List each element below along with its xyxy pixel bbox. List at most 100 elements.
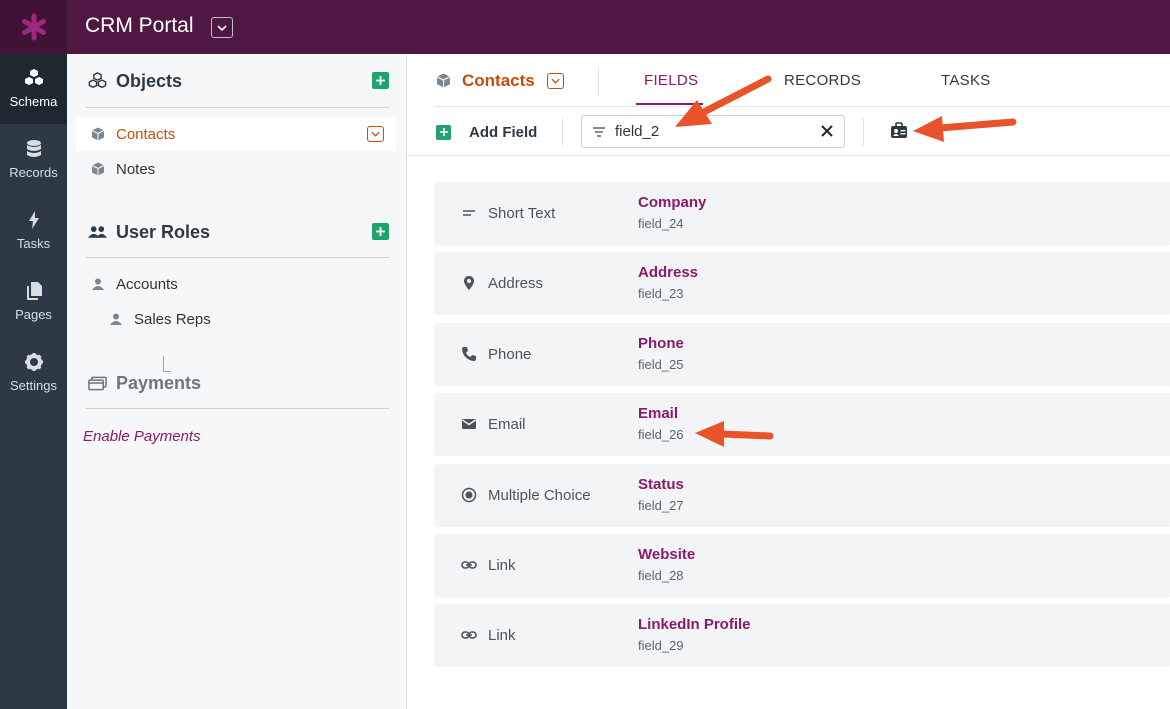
- field-type: Phone: [488, 346, 532, 363]
- nav-settings[interactable]: Settings: [0, 338, 67, 408]
- user-roles-heading: User Roles: [116, 221, 211, 242]
- field-name: LinkedIn Profile: [638, 616, 751, 633]
- field-key: field_26: [638, 427, 684, 442]
- toolbar-divider: [863, 118, 864, 146]
- tabs-divider: [434, 106, 1170, 107]
- field-name: Status: [638, 476, 684, 493]
- gear-icon: [24, 353, 43, 371]
- short-text-icon: [463, 210, 475, 216]
- field-name: Phone: [638, 335, 684, 352]
- chevron-down-icon: [371, 131, 380, 137]
- field-row[interactable]: Address Address field_23: [434, 252, 1170, 314]
- field-key: field_29: [638, 638, 684, 653]
- field-row[interactable]: Short Text Company field_24: [434, 182, 1170, 244]
- enable-payments-link[interactable]: Enable Payments: [83, 428, 201, 445]
- object-item-label: Notes: [116, 160, 156, 178]
- chevron-down-icon: [217, 24, 227, 31]
- envelope-icon: [462, 419, 476, 429]
- user-roles-section-header: User Roles: [87, 222, 389, 242]
- tab-tasks[interactable]: TASKS: [941, 72, 991, 89]
- pages-icon: [26, 282, 42, 300]
- user-icon: [108, 311, 124, 327]
- radio-icon: [461, 487, 477, 503]
- object-item-notes[interactable]: Notes: [76, 152, 396, 186]
- users-icon: [87, 222, 107, 242]
- cube-icon: [90, 126, 106, 142]
- app-title: CRM Portal: [85, 14, 194, 37]
- role-item-accounts[interactable]: Accounts: [76, 267, 396, 301]
- filter-icon: [593, 126, 605, 137]
- objects-section-header: Objects: [87, 71, 389, 91]
- field-key: field_27: [638, 498, 684, 513]
- field-type: Multiple Choice: [488, 487, 591, 504]
- cube-icon: [436, 73, 452, 89]
- field-row[interactable]: Email Email field_26: [434, 393, 1170, 455]
- map-pin-icon: [464, 276, 474, 290]
- field-key: field_28: [638, 568, 684, 583]
- field-key: field_25: [638, 357, 684, 372]
- section-divider: [85, 107, 389, 108]
- field-row[interactable]: Phone Phone field_25: [434, 323, 1170, 385]
- nav-tasks-label: Tasks: [16, 236, 51, 251]
- main-content: Contacts FIELDS RECORDS TASKS Add Field …: [407, 54, 1170, 709]
- nav-pages-label: Pages: [15, 307, 52, 322]
- plus-icon: [376, 76, 385, 85]
- app-menu-dropdown[interactable]: [211, 17, 233, 38]
- clear-icon[interactable]: [820, 124, 834, 138]
- add-field-button[interactable]: Add Field: [436, 122, 537, 142]
- role-item-sales-reps[interactable]: Sales Reps: [76, 302, 396, 336]
- field-key: field_24: [638, 216, 684, 231]
- phone-icon: [462, 347, 476, 361]
- add-user-role-button[interactable]: [372, 223, 389, 240]
- chevron-down-icon: [551, 78, 560, 84]
- cube-icon: [90, 161, 106, 177]
- field-row[interactable]: Link Website field_28: [434, 534, 1170, 596]
- section-divider: [85, 257, 389, 258]
- payments-section-header: Payments: [87, 373, 389, 393]
- nav-settings-label: Settings: [10, 378, 57, 393]
- add-object-button[interactable]: [372, 72, 389, 89]
- field-name: Email: [638, 405, 679, 422]
- payments-heading: Payments: [116, 372, 202, 393]
- field-filter-input[interactable]: field_2: [581, 115, 845, 148]
- id-badge-icon[interactable]: [890, 122, 908, 140]
- header-divider: [598, 68, 599, 96]
- tab-fields[interactable]: FIELDS: [644, 72, 698, 89]
- field-type: Address: [488, 275, 544, 292]
- objects-heading: Objects: [116, 70, 183, 91]
- object-options-dropdown[interactable]: [367, 126, 384, 142]
- toolbar-divider: [562, 118, 563, 146]
- add-field-label: Add Field: [469, 123, 538, 141]
- bolt-icon: [28, 211, 39, 229]
- schema-panel: Objects Contacts Notes User Roles Accoun…: [67, 54, 407, 709]
- app-header: CRM Portal: [0, 0, 1170, 54]
- section-divider: [85, 408, 389, 409]
- cubes-icon: [87, 71, 107, 91]
- app-logo[interactable]: [0, 0, 67, 54]
- field-type: Link: [488, 627, 516, 644]
- field-row[interactable]: Multiple Choice Status field_27: [434, 464, 1170, 526]
- nav-schema-label: Schema: [9, 94, 58, 109]
- tab-records[interactable]: RECORDS: [784, 72, 861, 89]
- field-row[interactable]: Link LinkedIn Profile field_29: [434, 604, 1170, 666]
- object-title-dropdown[interactable]: [546, 73, 564, 89]
- payments-icon: [87, 373, 107, 393]
- field-name: Website: [638, 546, 696, 563]
- link-icon: [461, 631, 477, 639]
- filter-value: field_2: [615, 123, 660, 140]
- user-icon: [90, 276, 106, 292]
- nav-records-label: Records: [9, 165, 58, 180]
- main-nav-rail: Schema Records Tasks Pages Settings: [0, 54, 67, 709]
- object-item-contacts[interactable]: Contacts: [76, 117, 396, 151]
- nav-tasks[interactable]: Tasks: [0, 196, 67, 266]
- object-title-label: Contacts: [462, 71, 535, 90]
- field-type: Email: [488, 416, 526, 433]
- nav-pages[interactable]: Pages: [0, 267, 67, 337]
- object-title: Contacts: [436, 71, 564, 91]
- field-key: field_23: [638, 286, 684, 301]
- plus-icon: [376, 227, 385, 236]
- active-tab-indicator: [636, 103, 703, 105]
- nav-schema[interactable]: Schema: [0, 54, 67, 124]
- object-item-label: Contacts: [116, 125, 176, 143]
- nav-records[interactable]: Records: [0, 125, 67, 195]
